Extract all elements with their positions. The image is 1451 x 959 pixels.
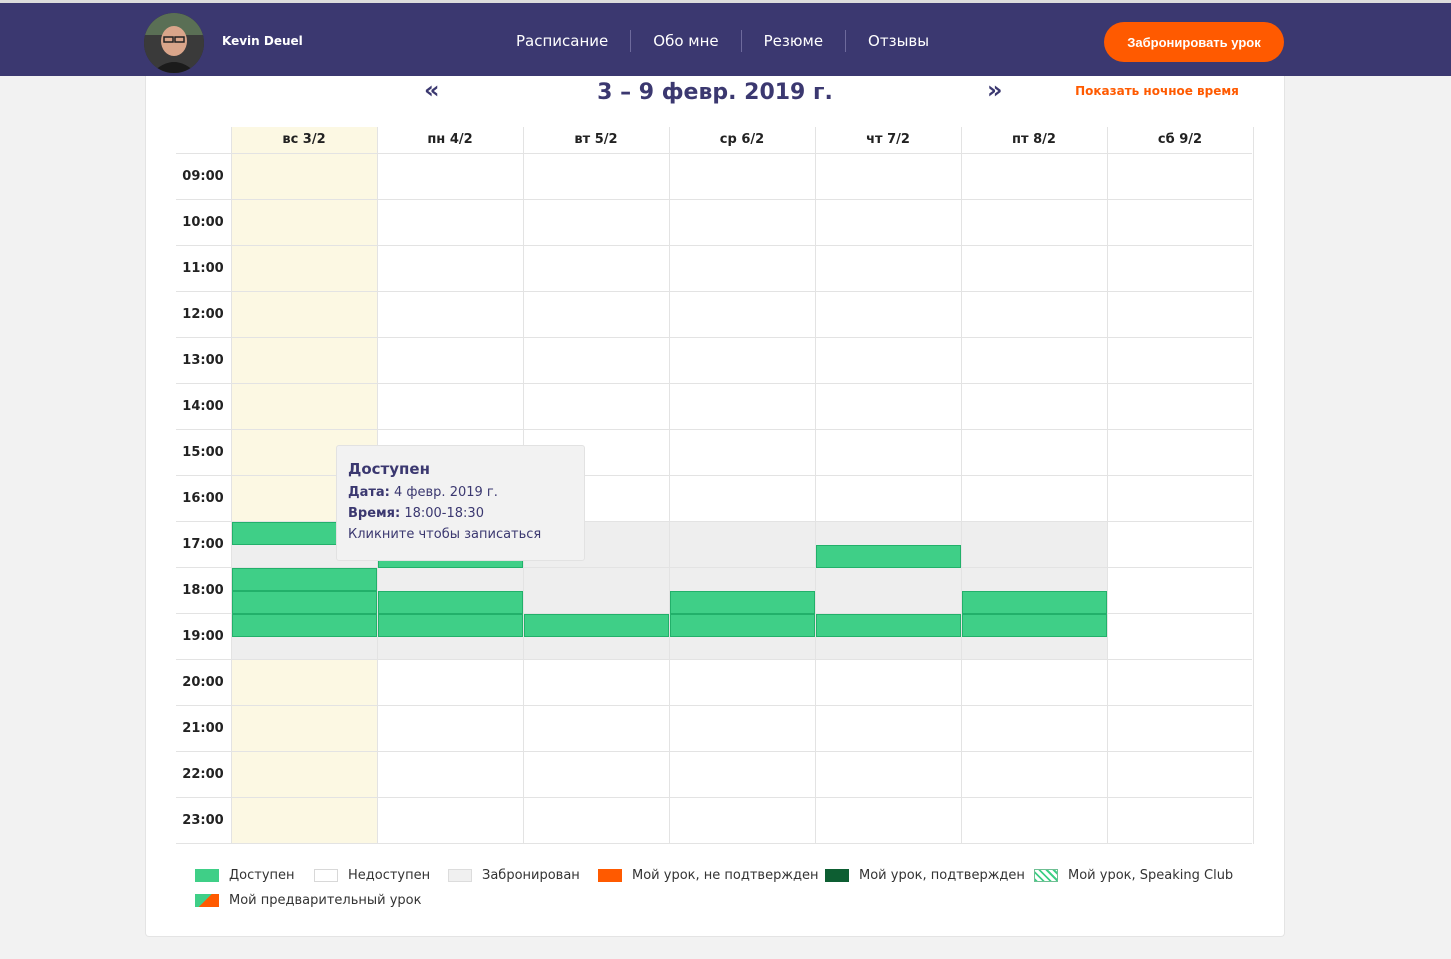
available-slot[interactable] — [378, 614, 523, 637]
available-slot[interactable] — [232, 614, 377, 637]
time-label: 20:00 — [182, 675, 224, 690]
day-header: вс 3/2 — [282, 132, 326, 147]
hour-line — [176, 751, 1252, 752]
hour-line — [176, 199, 1252, 200]
day-header: пт 8/2 — [1012, 132, 1056, 147]
legend-swatch — [448, 869, 472, 882]
day-header: сб 9/2 — [1157, 132, 1203, 147]
legend-swatch — [825, 869, 849, 882]
tooltip-date: Дата: 4 февр. 2019 г. — [348, 485, 573, 500]
hour-line — [176, 797, 1252, 798]
time-label: 17:00 — [182, 537, 224, 552]
legend-item-unavailable: Недоступен — [314, 868, 430, 883]
day-line — [961, 127, 962, 844]
available-slot[interactable] — [524, 614, 669, 637]
time-label: 15:00 — [182, 445, 224, 460]
hour-line — [176, 383, 1252, 384]
legend-item-trial: Мой предварительный урок — [195, 893, 421, 908]
legend-item-pending: Мой урок, не подтвержден — [598, 868, 819, 883]
available-slot[interactable] — [232, 591, 377, 614]
legend-swatch — [195, 894, 219, 907]
hour-line — [176, 245, 1252, 246]
hour-line — [176, 843, 1252, 844]
legend-item-confirmed: Мой урок, подтвержден — [825, 868, 1025, 883]
tooltip-date-value: 4 февр. 2019 г. — [394, 485, 498, 500]
available-slot[interactable] — [816, 614, 961, 637]
time-label: 11:00 — [182, 261, 224, 276]
time-label: 16:00 — [182, 491, 224, 506]
legend-label: Недоступен — [348, 868, 431, 883]
booked-slot — [815, 522, 961, 660]
legend-item-speaking: Мой урок, Speaking Club — [1034, 868, 1233, 883]
legend-label: Мой предварительный урок — [229, 893, 422, 908]
time-label: 12:00 — [182, 307, 224, 322]
day-header: чт 7/2 — [866, 132, 910, 147]
hour-line — [176, 337, 1252, 338]
available-slot[interactable] — [670, 591, 815, 614]
time-label: 23:00 — [182, 813, 224, 828]
time-label: 10:00 — [182, 215, 224, 230]
time-label: 22:00 — [182, 767, 224, 782]
legend-item-booked: Забронирован — [448, 868, 580, 883]
hour-line — [176, 659, 1252, 660]
available-slot[interactable] — [670, 614, 815, 637]
day-line — [1253, 127, 1254, 844]
schedule-grid: вс 3/2 пн 4/2 вт 5/2 ср 6/2 чт 7/2 пт 8/2 сб 9… — [0, 0, 1451, 959]
legend-item-available: Доступен — [195, 868, 295, 883]
available-slot[interactable] — [816, 545, 961, 568]
tooltip-time-label: Время: — [348, 506, 401, 521]
legend-label: Забронирован — [482, 868, 580, 883]
legend-label: Мой урок, подтвержден — [859, 868, 1025, 883]
day-line — [1107, 127, 1108, 844]
available-slot[interactable] — [378, 591, 523, 614]
tooltip-time: Время: 18:00-18:30 — [348, 506, 573, 521]
time-label: 18:00 — [182, 583, 224, 598]
legend-swatch — [314, 869, 338, 882]
time-label: 13:00 — [182, 353, 224, 368]
legend-swatch — [598, 869, 622, 882]
legend-swatch — [195, 869, 219, 882]
available-slot[interactable] — [232, 568, 377, 591]
day-line — [815, 127, 816, 844]
time-label: 14:00 — [182, 399, 224, 414]
legend-label: Доступен — [229, 868, 295, 883]
legend-swatch — [1034, 869, 1058, 882]
hour-line — [176, 291, 1252, 292]
time-label: 09:00 — [182, 169, 224, 184]
time-label: 21:00 — [182, 721, 224, 736]
day-line — [231, 127, 232, 844]
legend-label: Мой урок, Speaking Club — [1068, 868, 1234, 883]
day-header: вт 5/2 — [574, 132, 618, 147]
slot-tooltip: Доступен Дата: 4 февр. 2019 г. Время: 18… — [336, 445, 585, 561]
day-header: пн 4/2 — [427, 132, 473, 147]
available-slot[interactable] — [962, 614, 1107, 637]
hour-line — [176, 153, 1252, 154]
tooltip-date-label: Дата: — [348, 485, 390, 500]
hour-line — [176, 429, 1252, 430]
tooltip-hint: Кликните чтобы записаться — [348, 527, 542, 542]
day-header: ср 6/2 — [719, 132, 765, 147]
tooltip-title: Доступен — [348, 460, 430, 478]
time-label: 19:00 — [182, 629, 224, 644]
tooltip-time-value: 18:00-18:30 — [404, 506, 484, 521]
hour-line — [176, 705, 1252, 706]
legend-label: Мой урок, не подтвержден — [632, 868, 819, 883]
day-line — [669, 127, 670, 844]
available-slot[interactable] — [962, 591, 1107, 614]
